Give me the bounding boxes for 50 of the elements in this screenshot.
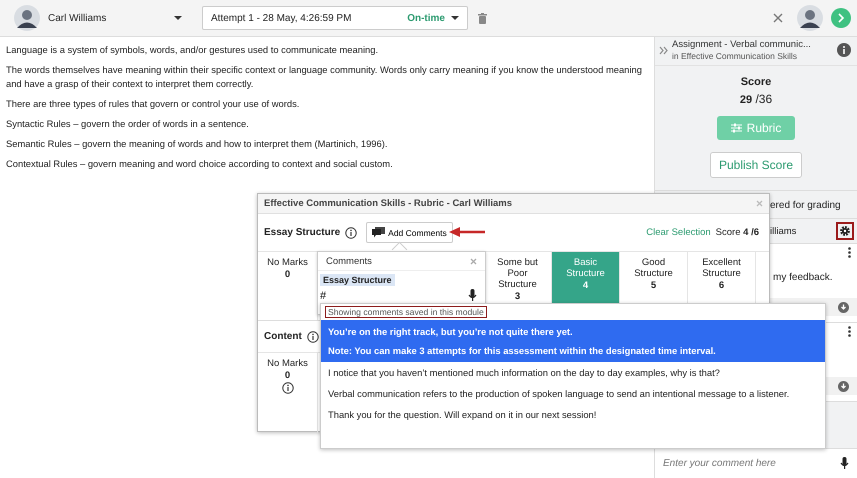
add-comments-button[interactable]: Add Comments (366, 222, 453, 243)
caret-icon[interactable] (174, 16, 182, 20)
trash-icon[interactable] (478, 12, 487, 24)
criterion-tag: Essay Structure (320, 274, 395, 286)
paragraph: The words themselves have meaning within their specific context or language community. Words only carry meaning if you know the understood meaning and have a grasp of their context to interpret them correctly. (6, 63, 643, 91)
grading-note: ered for grading (770, 200, 841, 211)
comment-input[interactable]: Enter your comment here (655, 449, 857, 478)
download-icon[interactable] (838, 302, 849, 312)
criterion-name: Content (264, 331, 302, 342)
microphone-icon[interactable] (840, 457, 849, 470)
suggestion-item[interactable]: You’re on the right track, but you’re not quite there yet. Note: You can make 3 attempts for this assessment within the designated time interval. (321, 320, 825, 362)
student-name: Carl Williams (48, 12, 108, 24)
avatar (14, 5, 40, 31)
course-name: in Effective Communication Skills (672, 51, 798, 61)
student-name: illiams (770, 226, 796, 236)
avatar (797, 5, 823, 31)
attempt-select[interactable]: Attempt 1 - 28 May, 4:26:59 PM On-time (202, 6, 468, 30)
publish-score-button[interactable]: Publish Score (710, 152, 802, 178)
chevron-right-icon (837, 13, 845, 23)
criterion-score: Score 4 /6 (716, 227, 759, 238)
download-icon[interactable] (838, 380, 849, 392)
clear-selection-link[interactable]: Clear Selection (646, 227, 711, 238)
info-icon[interactable] (837, 43, 851, 57)
expand-icon[interactable] (659, 46, 669, 54)
info-icon (306, 330, 319, 342)
criterion-name: Essay Structure (264, 227, 340, 238)
paragraph: Syntactic Rules – govern the order of words in a sentence. (6, 117, 250, 131)
dialog-title: Effective Communication Skills - Rubric - Carl Williams (264, 198, 512, 209)
rubric-level[interactable]: No Marks 0 (258, 353, 318, 433)
info-icon (345, 226, 358, 238)
paragraph: Contextual Rules – govern meaning and word choice according to context and social custom. (6, 157, 394, 171)
suggestion-item[interactable]: I notice that you haven’t mentioned much information on the day to day examples, why is that? (321, 362, 825, 383)
comment-text: my feedback. (773, 272, 832, 283)
sliders-icon (730, 123, 742, 133)
settings-icon[interactable] (836, 222, 854, 240)
close-icon[interactable] (773, 13, 783, 23)
suggestion-item[interactable]: Verbal communication refers to the production of spoken language to send an intentional message to a listener. (321, 383, 825, 404)
comments-icon (372, 227, 386, 238)
score-label: Score (740, 76, 772, 88)
arrow-annotation (449, 227, 485, 237)
paragraph: There are three types of rules that govern or control your use of words. (6, 97, 300, 111)
info-icon (282, 382, 294, 394)
paragraph: Language is a system of symbols, words, and/or gestures used to communicate meaning. (6, 43, 380, 57)
suggestion-item[interactable]: Thank you for the question. Will expand on it in our next session! (321, 404, 825, 425)
popover-title: Comments (326, 256, 372, 267)
score-value: 29 /36 (740, 92, 772, 106)
assignment-title: Assignment - Verbal communic... (672, 39, 812, 51)
paragraph: Semantic Rules – govern the meaning of words and how to interpret them (Martinich, 1996). (6, 137, 388, 151)
microphone-icon[interactable] (468, 289, 477, 302)
dropdown-header: Showing comments saved in this module (325, 306, 487, 318)
